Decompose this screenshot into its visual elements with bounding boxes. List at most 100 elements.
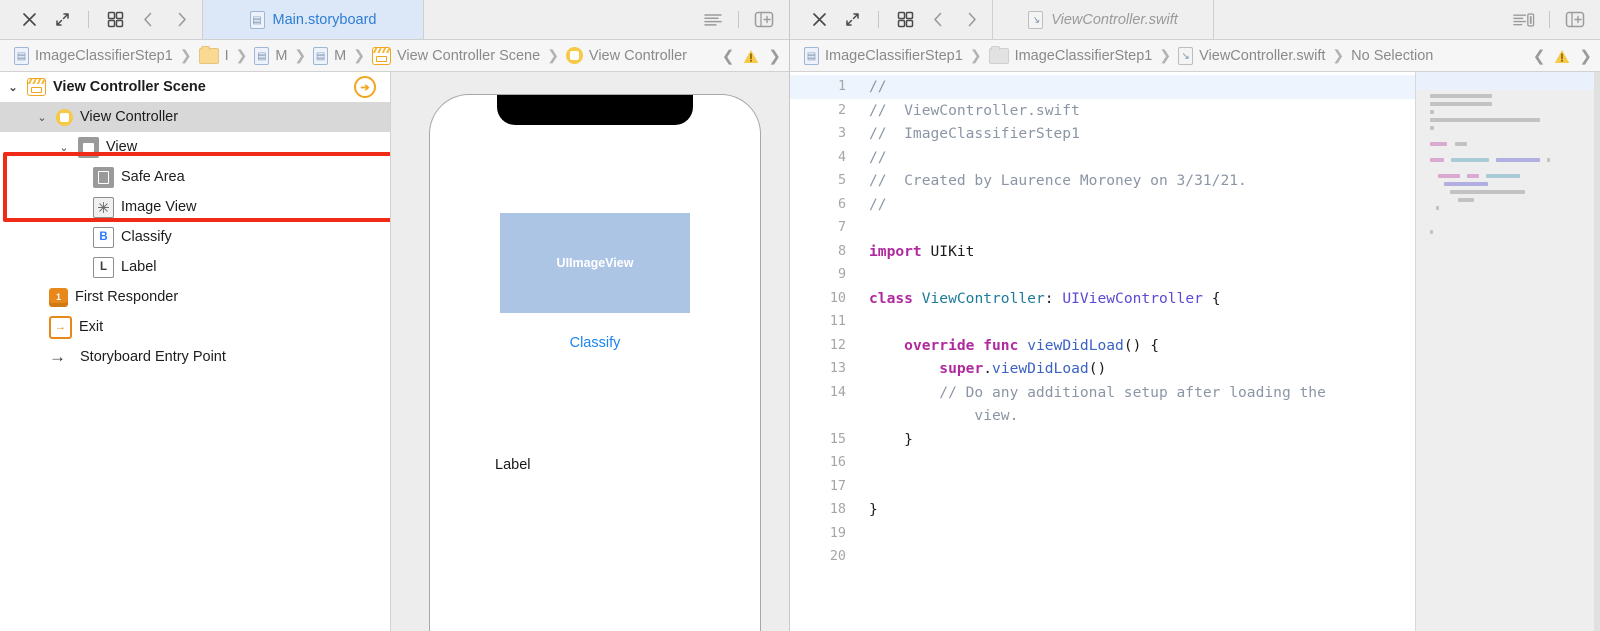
code-line[interactable]: 13 super.viewDidLoad() xyxy=(790,357,1415,381)
code-line[interactable]: 20 xyxy=(790,545,1415,569)
minimap-current-line-highlight xyxy=(1416,72,1600,90)
code-minimap[interactable] xyxy=(1415,72,1600,631)
scene-arrow-icon[interactable]: ➔ xyxy=(354,76,376,98)
expand-icon[interactable] xyxy=(51,9,73,31)
device-notch xyxy=(497,95,693,125)
code-line[interactable]: 2 // ViewController.swift xyxy=(790,99,1415,123)
grid-icon[interactable] xyxy=(104,9,126,31)
canvas-classify-button[interactable]: Classify xyxy=(430,335,760,351)
forward-chevron-icon[interactable]: ❯ xyxy=(768,47,781,65)
forward-chevron-icon[interactable] xyxy=(960,9,982,31)
button-b-icon: B xyxy=(93,226,114,248)
breadcrumb-item-file-2[interactable]: ▤ M xyxy=(313,46,346,65)
storyboard-canvas[interactable]: UIImageView Classify Label UIImageView xyxy=(391,72,789,631)
code-line[interactable]: 8 import UIKit xyxy=(790,240,1415,264)
close-icon[interactable] xyxy=(18,9,40,31)
minimap-token xyxy=(1458,198,1474,202)
disclosure-triangle-icon[interactable]: ⌄ xyxy=(6,80,20,94)
breadcrumb-item-project[interactable]: ▤ ImageClassifierStep1 xyxy=(804,46,963,65)
code-line[interactable]: 19 xyxy=(790,522,1415,546)
expand-icon[interactable] xyxy=(841,9,863,31)
add-editor-icon[interactable] xyxy=(1564,9,1586,31)
warning-triangle-icon[interactable] xyxy=(1554,49,1570,63)
forward-chevron-icon[interactable]: ❯ xyxy=(1579,47,1592,65)
breadcrumb-item-folder[interactable]: I xyxy=(198,45,229,64)
code-line[interactable]: 5 // Created by Laurence Moroney on 3/31/… xyxy=(790,169,1415,193)
canvas-label[interactable]: Label xyxy=(495,457,530,473)
warning-triangle-icon[interactable] xyxy=(743,49,759,63)
outline-row-safe-area[interactable]: Safe Area xyxy=(0,162,390,192)
breadcrumb-label: View Controller Scene xyxy=(396,47,541,64)
code-token: // xyxy=(869,195,887,213)
document-outline[interactable]: ⌄ View Controller Scene ➔ ⌄ View Control… xyxy=(0,72,391,631)
code-line[interactable]: 15 } xyxy=(790,428,1415,452)
vertical-scrollbar[interactable] xyxy=(1594,72,1600,631)
code-line[interactable]: 6 // xyxy=(790,193,1415,217)
disclosure-triangle-icon[interactable]: ⌄ xyxy=(35,110,49,124)
outline-row-first-responder[interactable]: 1 First Responder xyxy=(0,282,390,312)
minimap-line xyxy=(1430,92,1590,100)
outline-row-view-controller-scene[interactable]: ⌄ View Controller Scene ➔ xyxy=(0,72,390,102)
canvas-image-view[interactable]: UIImageView xyxy=(500,213,690,313)
code-line[interactable]: 18} xyxy=(790,498,1415,522)
code-line[interactable]: 11 xyxy=(790,310,1415,334)
breadcrumb-item-scene[interactable]: View Controller Scene xyxy=(371,46,541,65)
code-line[interactable]: 7 xyxy=(790,216,1415,240)
minimap-token xyxy=(1430,158,1444,162)
chevron-right-icon: ❯ xyxy=(969,47,982,63)
back-chevron-icon[interactable] xyxy=(927,9,949,31)
minimap-line xyxy=(1430,188,1590,196)
outline-row-storyboard-entry-point[interactable]: → Storyboard Entry Point xyxy=(0,342,390,372)
outline-row-image-view[interactable]: Image View xyxy=(0,192,390,222)
outline-row-label: View Controller Scene xyxy=(53,79,206,95)
outline-row-view-controller[interactable]: ⌄ View Controller xyxy=(0,102,390,132)
breadcrumb-label: ImageClassifierStep1 xyxy=(35,47,173,64)
breadcrumb-item-folder[interactable]: ImageClassifierStep1 xyxy=(988,45,1152,64)
breadcrumb-item-project[interactable]: ▤ ImageClassifierStep1 xyxy=(14,46,173,65)
add-editor-icon[interactable] xyxy=(753,9,775,31)
code-token: // xyxy=(869,148,887,166)
outline-row-label[interactable]: L Label xyxy=(0,252,390,282)
code-line[interactable]: 4 // xyxy=(790,146,1415,170)
close-icon[interactable] xyxy=(808,9,830,31)
source-code-view[interactable]: 1 // 2 // ViewController.swift 3 // ImageClas… xyxy=(790,72,1415,631)
code-token: class xyxy=(869,289,913,307)
code-line[interactable]: 12 override func viewDidLoad() { xyxy=(790,334,1415,358)
code-line-text: } xyxy=(860,498,1415,522)
tab-main-storyboard[interactable]: ▤ Main.storyboard xyxy=(202,0,424,39)
minimap-token xyxy=(1430,102,1492,106)
disclosure-triangle-icon[interactable]: ⌄ xyxy=(57,140,71,154)
back-chevron-icon[interactable]: ❮ xyxy=(1533,47,1546,65)
outline-row-exit[interactable]: → Exit xyxy=(0,312,390,342)
code-line[interactable]: 10 class ViewController: UIViewController… xyxy=(790,287,1415,311)
divider xyxy=(738,11,739,28)
minimap-line xyxy=(1430,140,1590,148)
code-line[interactable]: 14 // Do any additional setup after load… xyxy=(790,381,1415,405)
outline-row-classify[interactable]: B Classify xyxy=(0,222,390,252)
back-chevron-icon[interactable]: ❮ xyxy=(722,47,735,65)
scene-device-frame[interactable]: UIImageView Classify Label xyxy=(429,94,761,631)
left-editor-controls xyxy=(0,0,202,39)
breadcrumb-item-swift-file[interactable]: ↘ ViewController.swift xyxy=(1178,46,1325,65)
code-token: UIViewController xyxy=(1062,289,1203,307)
back-chevron-icon[interactable] xyxy=(137,9,159,31)
code-line[interactable]: 9 xyxy=(790,263,1415,287)
code-line[interactable]: 16 xyxy=(790,451,1415,475)
line-number: 11 xyxy=(829,314,846,329)
grid-icon[interactable] xyxy=(894,9,916,31)
breadcrumb-item-selection[interactable]: No Selection xyxy=(1351,48,1433,64)
minimap-lines-icon[interactable] xyxy=(702,9,724,31)
forward-chevron-icon[interactable] xyxy=(170,9,192,31)
label-l-icon: L xyxy=(93,256,114,278)
minimap-toggle-icon[interactable] xyxy=(1513,9,1535,31)
code-line[interactable]: 1 // xyxy=(790,75,1415,99)
outline-row-view[interactable]: ⌄ View xyxy=(0,132,390,162)
breadcrumb-item-file-1[interactable]: ▤ M xyxy=(254,46,287,65)
minimap-token xyxy=(1455,142,1467,146)
tab-view-controller-swift[interactable]: ↘ ViewController.swift xyxy=(992,0,1214,39)
breadcrumb-label: No Selection xyxy=(1351,47,1434,64)
breadcrumb-item-view-controller[interactable]: View Controller xyxy=(565,47,687,64)
code-line[interactable]: 17 xyxy=(790,475,1415,499)
code-line[interactable]: 3 // ImageClassifierStep1 xyxy=(790,122,1415,146)
